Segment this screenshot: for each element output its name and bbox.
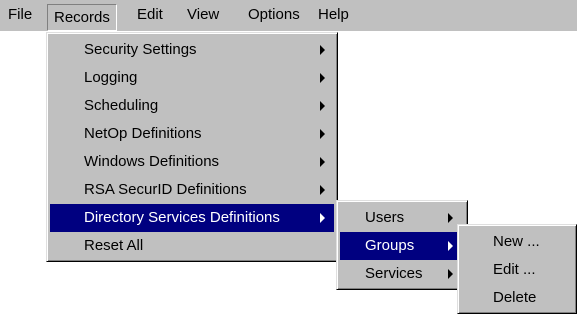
submenu-item-edit[interactable]: Edit ... [461,256,573,284]
menu-item-label: Logging [84,69,138,86]
submenu-arrow-icon [320,45,325,55]
submenu-item-services[interactable]: Services [340,260,464,288]
submenu-item-new[interactable]: New ... [461,228,573,256]
menu-item-label: New ... [493,233,540,250]
menu-edit[interactable]: Edit [131,0,169,30]
menu-item-label: Security Settings [84,41,197,58]
submenu-arrow-icon [320,185,325,195]
submenu-arrow-icon [448,269,453,279]
menu-help[interactable]: Help [312,0,355,30]
menu-item-label: Users [365,209,405,226]
menu-item-logging[interactable]: Logging [50,64,334,92]
menu-item-label: Windows Definitions [84,153,220,170]
submenu-arrow-icon [320,157,325,167]
menu-item-scheduling[interactable]: Scheduling [50,92,334,120]
submenu-item-groups[interactable]: Groups [340,232,464,260]
menu-options[interactable]: Options [242,0,306,30]
submenu-arrow-icon [320,73,325,83]
menu-item-netop-definitions[interactable]: NetOp Definitions [50,120,334,148]
menu-item-reset-all[interactable]: Reset All [50,232,334,260]
directory-services-submenu: Users Groups Services [336,200,468,290]
menu-item-directory-services-definitions[interactable]: Directory Services Definitions [50,204,334,232]
menu-item-label: RSA SecurID Definitions [84,181,247,198]
menu-item-label: Directory Services Definitions [84,209,280,226]
submenu-arrow-icon [320,101,325,111]
menu-item-windows-definitions[interactable]: Windows Definitions [50,148,334,176]
groups-submenu: New ... Edit ... Delete [457,224,577,314]
submenu-item-users[interactable]: Users [340,204,464,232]
menu-file[interactable]: File [2,0,38,30]
submenu-item-delete[interactable]: Delete [461,284,573,312]
menu-view[interactable]: View [181,0,225,30]
submenu-arrow-icon [320,213,325,223]
submenu-arrow-icon [448,241,453,251]
submenu-arrow-icon [320,129,325,139]
menu-item-security-settings[interactable]: Security Settings [50,36,334,64]
menu-item-label: Reset All [84,237,144,254]
menu-item-rsa-securid-definitions[interactable]: RSA SecurID Definitions [50,176,334,204]
menu-item-label: Delete [493,289,537,306]
menu-item-label: Edit ... [493,261,536,278]
menu-records[interactable]: Records [47,4,117,31]
menu-item-label: Services [365,265,423,282]
menu-item-label: Groups [365,237,415,254]
menu-bar: File Records Edit View Options Help [0,0,577,34]
submenu-arrow-icon [448,213,453,223]
records-dropdown-menu: Security Settings Logging Scheduling Net… [46,32,338,262]
menu-item-label: NetOp Definitions [84,125,202,142]
menu-item-label: Scheduling [84,97,159,114]
